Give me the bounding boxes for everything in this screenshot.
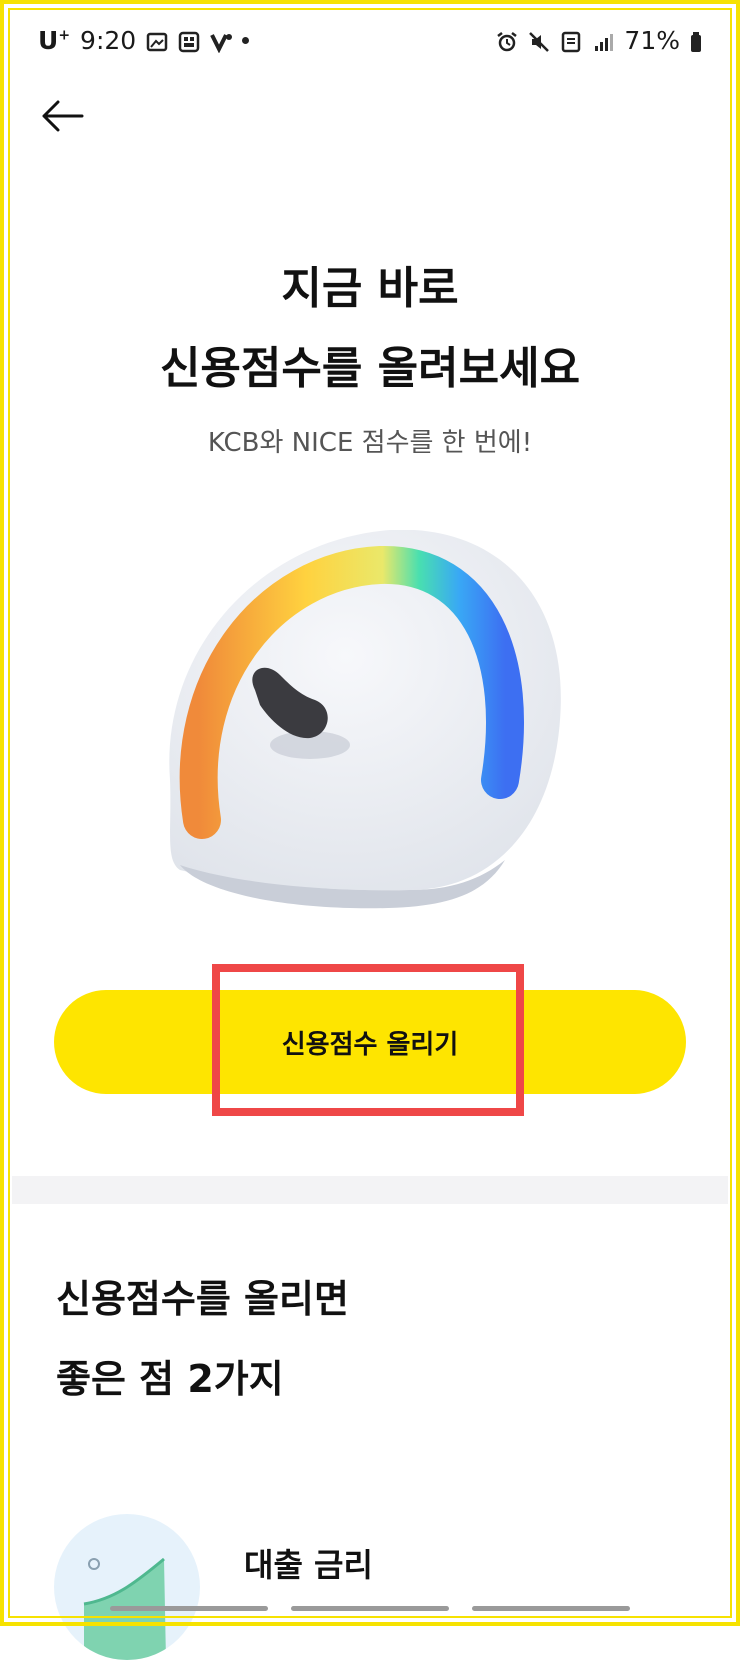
gauge-illustration (150, 529, 580, 930)
highlight-annotation-box (212, 964, 524, 1116)
gesture-navigation-bar (110, 1606, 630, 1612)
battery-percent: 71% (624, 26, 680, 55)
mute-icon (528, 30, 550, 52)
signal-icon (592, 30, 614, 52)
back-button[interactable] (38, 96, 88, 136)
benefits-title-line-1: 신용점수를 올리면 (56, 1277, 349, 1321)
nav-handle-center (291, 1606, 449, 1611)
nav-handle-right (472, 1606, 630, 1611)
more-notifications-icon (242, 37, 250, 44)
status-bar: U+ 9:20 71% (38, 22, 702, 62)
section-divider (12, 1176, 728, 1204)
status-time: 9:20 (80, 26, 137, 55)
benefit-item-loan-rate: 대출 금리 (244, 1546, 373, 1584)
nav-handle-left (110, 1606, 268, 1611)
app-notification-icon (178, 30, 200, 52)
battery-icon (690, 30, 702, 52)
loan-rate-illustration (54, 1514, 200, 1660)
page-subtitle: KCB와 NICE 점수를 한 번에! (207, 428, 533, 458)
v-app-notification-icon (210, 30, 233, 53)
gallery-notification-icon (146, 30, 168, 52)
carrier-sup: + (58, 27, 71, 44)
carrier-label: U+ (38, 26, 70, 55)
alarm-icon (496, 30, 518, 52)
page-title-line-1: 지금 바로 (281, 263, 459, 314)
page-title-line-2: 신용점수를 올려보세요 (159, 343, 581, 394)
back-arrow-icon (42, 100, 84, 132)
wifi-call-icon (560, 30, 582, 52)
benefits-title-line-2: 좋은 점 2가지 (56, 1357, 284, 1401)
carrier-text: U (38, 26, 59, 55)
